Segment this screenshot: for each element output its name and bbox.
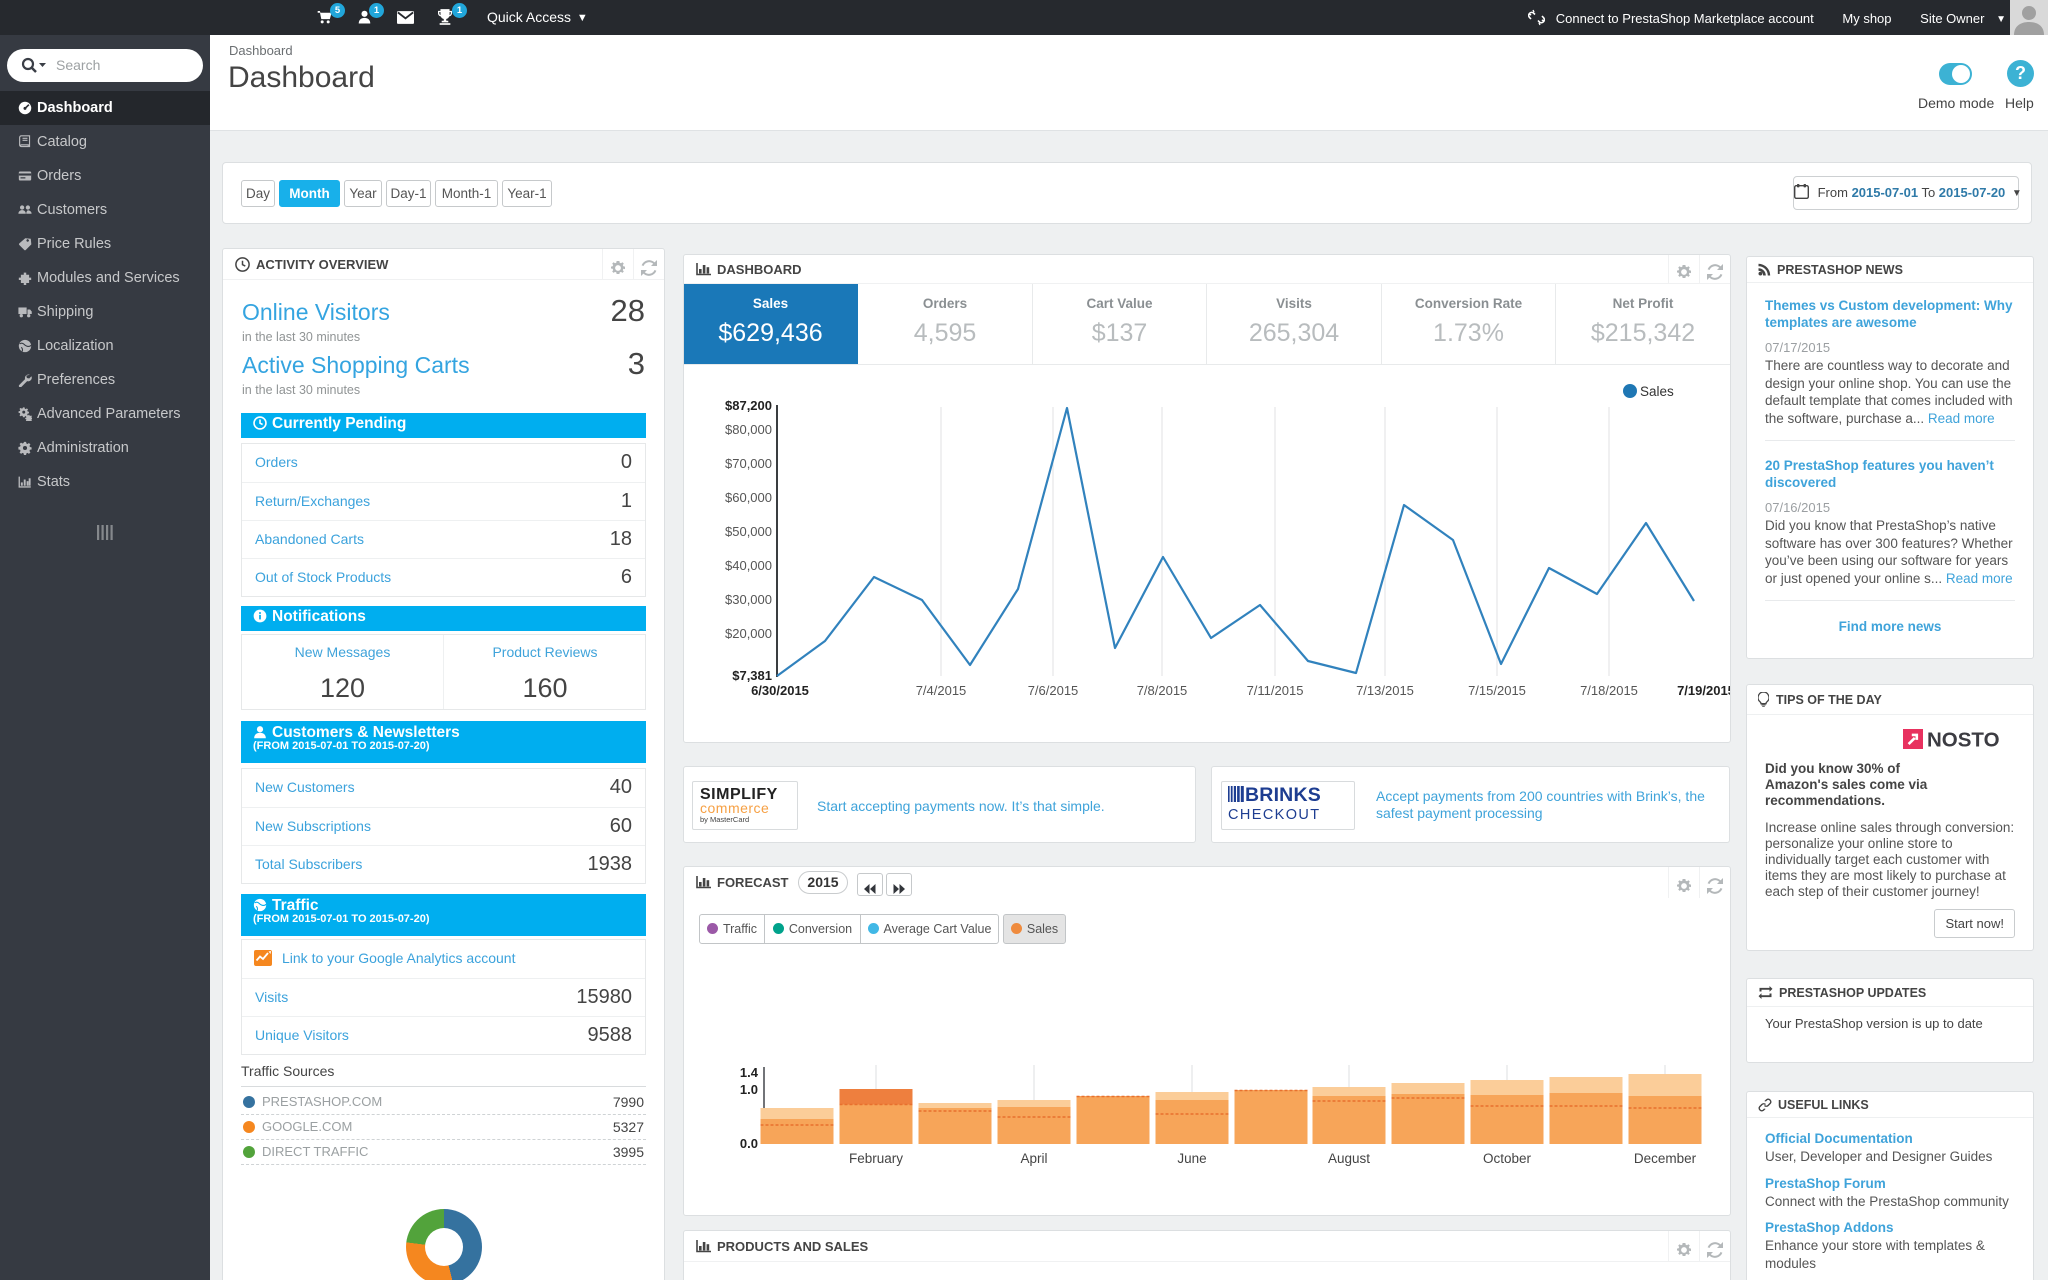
svg-text:October: October [1483,1151,1532,1166]
svg-text:$60,000: $60,000 [725,490,772,505]
svg-text:1.0: 1.0 [740,1082,758,1097]
svg-text:August: August [1328,1151,1370,1166]
svg-text:NOSTO: NOSTO [1927,729,2000,751]
svg-text:$20,000: $20,000 [725,626,772,641]
svg-text:1.4: 1.4 [740,1065,759,1080]
svg-text:6/30/2015: 6/30/2015 [751,683,809,698]
svg-text:7/18/2015: 7/18/2015 [1580,683,1638,698]
svg-text:$40,000: $40,000 [725,558,772,573]
svg-text:7/13/2015: 7/13/2015 [1356,683,1414,698]
svg-text:$7,381: $7,381 [732,668,772,683]
svg-text:7/19/2015: 7/19/2015 [1677,683,1730,698]
svg-text:7/11/2015: 7/11/2015 [1247,683,1304,698]
svg-text:Sales: Sales [1640,384,1674,399]
svg-text:$87,200: $87,200 [725,398,772,413]
svg-text:December: December [1634,1151,1697,1166]
svg-text:BRINKS: BRINKS [1245,785,1321,804]
svg-text:April: April [1020,1151,1047,1166]
svg-text:7/8/2015: 7/8/2015 [1137,683,1188,698]
svg-text:June: June [1177,1151,1206,1166]
svg-text:$70,000: $70,000 [725,456,772,471]
svg-text:7/15/2015: 7/15/2015 [1468,683,1526,698]
svg-text:7/6/2015: 7/6/2015 [1028,683,1079,698]
svg-text:$30,000: $30,000 [725,592,772,607]
svg-text:7/4/2015: 7/4/2015 [916,683,967,698]
svg-text:0.0: 0.0 [740,1136,758,1151]
svg-text:February: February [849,1151,903,1166]
svg-text:$50,000: $50,000 [725,524,772,539]
svg-text:$80,000: $80,000 [725,422,772,437]
